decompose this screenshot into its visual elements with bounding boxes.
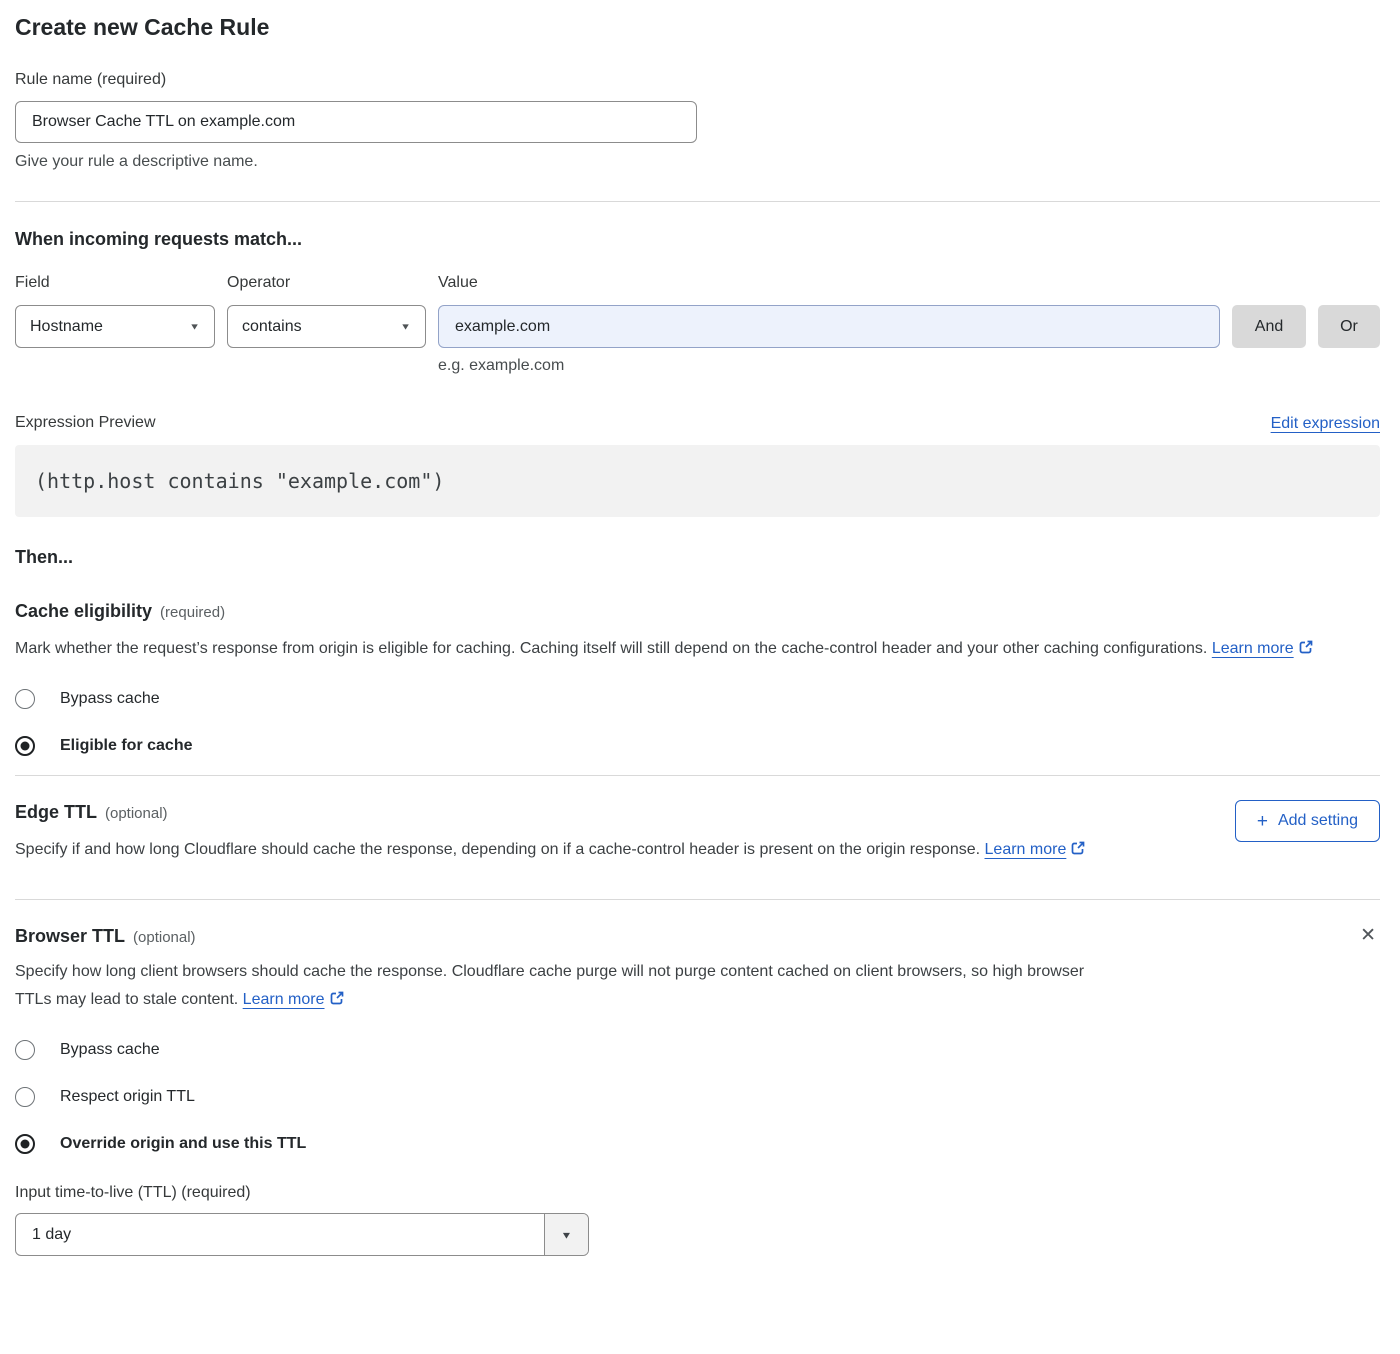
page-title: Create new Cache Rule [15,12,1380,42]
radio-selected-icon[interactable] [15,1134,35,1154]
expression-code: (http.host contains "example.com") [15,445,1380,517]
chevron-down-icon: ▼ [561,1229,573,1240]
divider [15,775,1380,776]
operator-column: Operator contains ▼ [227,273,426,348]
edit-expression-link[interactable]: Edit expression [1271,415,1380,433]
cache-eligibility-description: Mark whether the request’s response from… [15,635,1360,665]
field-select-value: Hostname [30,318,103,336]
radio-option-eligible-for-cache[interactable]: Eligible for cache [15,736,1380,756]
radio-icon[interactable] [15,689,35,709]
value-label: Value [438,273,1220,293]
expression-preview-label: Expression Preview [15,413,156,433]
cache-eligibility-description-text: Mark whether the request’s response from… [15,640,1207,657]
divider [15,201,1380,202]
radio-selected-icon[interactable] [15,736,35,756]
match-section-heading: When incoming requests match... [15,227,1380,251]
close-icon[interactable]: ✕ [1356,924,1380,947]
cache-eligibility-required-tag: (required) [160,604,225,621]
edge-ttl-title: Edge TTL [15,802,97,822]
chevron-down-icon: ▼ [189,322,200,332]
radio-option-bypass-cache[interactable]: Bypass cache [15,689,1380,709]
radio-label: Eligible for cache [60,737,192,755]
edge-ttl-optional-tag: (optional) [105,805,168,822]
external-link-icon [1070,843,1086,860]
radio-label: Respect origin TTL [60,1088,195,1106]
radio-icon[interactable] [15,1087,35,1107]
browser-ttl-heading: Browser TTL (optional) [15,924,196,948]
radio-icon[interactable] [15,1040,35,1060]
operator-select-value: contains [242,318,302,336]
browser-ttl-section-header: Browser TTL (optional) ✕ [15,924,1380,948]
radio-label: Override origin and use this TTL [60,1135,306,1153]
field-select[interactable]: Hostname ▼ [15,305,215,348]
create-cache-rule-form: Create new Cache Rule Rule name (require… [0,0,1400,1280]
rule-name-input[interactable] [15,101,697,143]
browser-ttl-description: Specify how long client browsers should … [15,958,1107,1016]
radio-label: Bypass cache [60,690,160,708]
add-setting-label: Add setting [1278,812,1358,830]
browser-ttl-title: Browser TTL [15,926,125,946]
value-column: Value [438,273,1220,348]
edge-ttl-description-text: Specify if and how long Cloudflare shoul… [15,841,980,858]
chevron-down-icon: ▼ [400,322,411,332]
browser-ttl-description-text: Specify how long client browsers should … [15,963,1084,1008]
cache-eligibility-title: Cache eligibility [15,601,152,621]
ttl-input-label: Input time-to-live (TTL) (required) [15,1184,1380,1202]
cache-eligibility-heading: Cache eligibility (required) [15,599,1380,623]
value-input[interactable] [438,305,1220,348]
radio-label: Bypass cache [60,1041,160,1059]
rule-name-label: Rule name (required) [15,70,1380,90]
field-column: Field Hostname ▼ [15,273,215,348]
edge-ttl-content: Edge TTL (optional) Specify if and how lo… [15,800,1086,866]
browser-ttl-learn-more-link[interactable]: Learn more [243,991,325,1008]
add-setting-button[interactable]: + Add setting [1235,800,1380,842]
or-button[interactable]: Or [1318,305,1380,348]
edge-ttl-description: Specify if and how long Cloudflare shoul… [15,836,1086,866]
ttl-select[interactable]: 1 day ▼ [15,1213,589,1256]
field-label: Field [15,273,215,293]
edge-ttl-heading: Edge TTL (optional) [15,800,1086,824]
rule-name-helper: Give your rule a descriptive name. [15,152,1380,172]
ttl-select-caret[interactable]: ▼ [544,1214,588,1255]
external-link-icon [329,993,345,1010]
plus-icon: + [1257,812,1268,831]
match-condition-row: Field Hostname ▼ Operator contains ▼ Val… [15,273,1380,348]
edge-ttl-learn-more-link[interactable]: Learn more [985,841,1067,858]
browser-ttl-optional-tag: (optional) [133,929,196,946]
and-button[interactable]: And [1232,305,1306,348]
cache-eligibility-learn-more-link[interactable]: Learn more [1212,640,1294,657]
value-helper: e.g. example.com [438,357,1380,375]
edge-ttl-section: Edge TTL (optional) Specify if and how lo… [15,800,1380,866]
operator-select[interactable]: contains ▼ [227,305,426,348]
radio-option-browser-bypass-cache[interactable]: Bypass cache [15,1040,1380,1060]
operator-label: Operator [227,273,426,293]
then-heading: Then... [15,545,1380,569]
ttl-select-value: 1 day [16,1214,544,1255]
radio-option-respect-origin-ttl[interactable]: Respect origin TTL [15,1087,1380,1107]
external-link-icon [1298,642,1314,659]
divider [15,899,1380,900]
radio-option-override-origin-ttl[interactable]: Override origin and use this TTL [15,1134,1380,1154]
expression-preview-row: Expression Preview Edit expression [15,413,1380,433]
